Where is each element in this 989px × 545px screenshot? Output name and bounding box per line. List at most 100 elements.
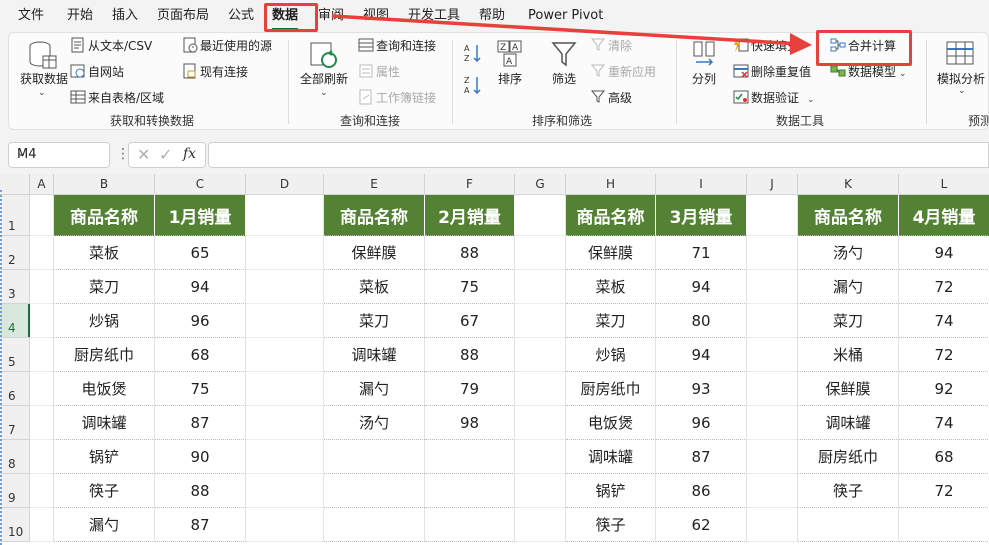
product-name-cell[interactable]: 菜板 xyxy=(566,270,656,304)
cell[interactable] xyxy=(246,372,324,406)
menu-power-pivot[interactable]: Power Pivot xyxy=(528,6,603,26)
sales-value-cell[interactable]: 98 xyxy=(425,406,515,440)
sales-value-cell[interactable]: 96 xyxy=(155,304,246,338)
table-header-cell[interactable]: 4月销量 xyxy=(899,195,989,236)
column-header-i[interactable]: I xyxy=(656,174,747,195)
cell[interactable] xyxy=(246,270,324,304)
menu-formulas[interactable]: 公式 xyxy=(228,6,254,26)
sales-value-cell[interactable]: 94 xyxy=(155,270,246,304)
menu-developer[interactable]: 开发工具 xyxy=(408,6,460,26)
sales-value-cell[interactable]: 67 xyxy=(425,304,515,338)
cell[interactable] xyxy=(515,406,566,440)
cell[interactable] xyxy=(30,508,54,542)
column-header-d[interactable]: D xyxy=(246,174,324,195)
sales-value-cell[interactable] xyxy=(899,508,989,542)
product-name-cell[interactable]: 汤勺 xyxy=(798,236,899,270)
product-name-cell[interactable]: 保鲜膜 xyxy=(798,372,899,406)
from-table-button[interactable]: 来自表格/区域 xyxy=(70,88,164,108)
product-name-cell[interactable]: 米桶 xyxy=(798,338,899,372)
column-header-b[interactable]: B xyxy=(54,174,155,195)
sort-az-button[interactable]: AZ xyxy=(462,42,484,64)
get-data-button[interactable]: 获取数据 ⌄ xyxy=(20,40,68,104)
cell[interactable] xyxy=(30,406,54,440)
sales-value-cell[interactable]: 71 xyxy=(656,236,747,270)
cell[interactable] xyxy=(515,440,566,474)
cell[interactable] xyxy=(747,195,798,236)
cell[interactable] xyxy=(246,508,324,542)
product-name-cell[interactable]: 调味罐 xyxy=(798,406,899,440)
sales-value-cell[interactable]: 79 xyxy=(425,372,515,406)
column-header-g[interactable]: G xyxy=(515,174,566,195)
sales-value-cell[interactable]: 80 xyxy=(656,304,747,338)
product-name-cell[interactable]: 调味罐 xyxy=(54,406,155,440)
sales-value-cell[interactable]: 94 xyxy=(899,236,989,270)
row-header-3[interactable]: 3 xyxy=(0,270,30,304)
what-if-analysis-button[interactable]: 模拟分析 ⌄ xyxy=(934,40,988,100)
from-text-csv-button[interactable]: 从文本/CSV xyxy=(70,36,152,56)
column-header-e[interactable]: E xyxy=(324,174,425,195)
cell[interactable] xyxy=(30,270,54,304)
sales-value-cell[interactable]: 72 xyxy=(899,338,989,372)
product-name-cell[interactable]: 菜刀 xyxy=(566,304,656,338)
cell[interactable] xyxy=(30,372,54,406)
sales-value-cell[interactable]: 75 xyxy=(425,270,515,304)
confirm-icon[interactable]: ✓ xyxy=(159,145,172,164)
column-header-k[interactable]: K xyxy=(798,174,899,195)
cell[interactable] xyxy=(747,508,798,542)
sales-value-cell[interactable]: 72 xyxy=(899,474,989,508)
product-name-cell[interactable]: 电饭煲 xyxy=(566,406,656,440)
menu-insert[interactable]: 插入 xyxy=(112,6,138,26)
cell[interactable] xyxy=(30,195,54,236)
product-name-cell[interactable]: 筷子 xyxy=(798,474,899,508)
cell[interactable] xyxy=(747,372,798,406)
sales-value-cell[interactable]: 87 xyxy=(155,406,246,440)
sort-button[interactable]: ZAA 排序 xyxy=(494,40,526,90)
cancel-icon[interactable]: ✕ xyxy=(137,145,150,164)
refresh-all-button[interactable]: 全部刷新 ⌄ xyxy=(298,40,350,104)
product-name-cell[interactable]: 调味罐 xyxy=(566,440,656,474)
menu-page-layout[interactable]: 页面布局 xyxy=(157,6,209,26)
column-header-f[interactable]: F xyxy=(425,174,515,195)
cell[interactable] xyxy=(747,474,798,508)
cell[interactable] xyxy=(515,304,566,338)
product-name-cell[interactable]: 锅铲 xyxy=(54,440,155,474)
cell[interactable] xyxy=(747,304,798,338)
sales-value-cell[interactable]: 74 xyxy=(899,406,989,440)
product-name-cell[interactable]: 炒锅 xyxy=(54,304,155,338)
column-header-a[interactable]: A xyxy=(30,174,54,195)
clear-filter-button[interactable]: 清除 xyxy=(590,36,632,56)
sales-value-cell[interactable]: 68 xyxy=(899,440,989,474)
sales-value-cell[interactable]: 86 xyxy=(656,474,747,508)
sales-value-cell[interactable]: 92 xyxy=(899,372,989,406)
row-header-5[interactable]: 5 xyxy=(0,338,30,372)
from-web-button[interactable]: 自网站 xyxy=(70,62,124,82)
table-header-cell[interactable]: 商品名称 xyxy=(54,195,155,236)
product-name-cell[interactable]: 锅铲 xyxy=(566,474,656,508)
sales-value-cell[interactable] xyxy=(425,508,515,542)
table-header-cell[interactable]: 商品名称 xyxy=(798,195,899,236)
product-name-cell[interactable]: 筷子 xyxy=(566,508,656,542)
cell[interactable] xyxy=(246,406,324,440)
column-header-h[interactable]: H xyxy=(566,174,656,195)
cell[interactable] xyxy=(515,195,566,236)
cell[interactable] xyxy=(515,474,566,508)
product-name-cell[interactable]: 保鲜膜 xyxy=(566,236,656,270)
text-to-columns-button[interactable]: 分列 xyxy=(686,40,722,90)
table-header-cell[interactable]: 3月销量 xyxy=(656,195,747,236)
product-name-cell[interactable] xyxy=(798,508,899,542)
product-name-cell[interactable] xyxy=(324,440,425,474)
flash-fill-button[interactable]: 快速填充 xyxy=(733,36,799,56)
sales-value-cell[interactable] xyxy=(425,440,515,474)
sales-value-cell[interactable]: 88 xyxy=(155,474,246,508)
product-name-cell[interactable]: 漏勺 xyxy=(324,372,425,406)
product-name-cell[interactable] xyxy=(324,508,425,542)
sales-value-cell[interactable]: 72 xyxy=(899,270,989,304)
product-name-cell[interactable] xyxy=(324,474,425,508)
cell[interactable] xyxy=(30,236,54,270)
sales-value-cell[interactable]: 65 xyxy=(155,236,246,270)
sales-value-cell[interactable]: 74 xyxy=(899,304,989,338)
existing-connections-button[interactable]: 现有连接 xyxy=(182,62,248,82)
table-header-cell[interactable]: 1月销量 xyxy=(155,195,246,236)
menu-review[interactable]: 审阅 xyxy=(318,6,344,26)
sort-za-button[interactable]: ZA xyxy=(462,74,484,96)
